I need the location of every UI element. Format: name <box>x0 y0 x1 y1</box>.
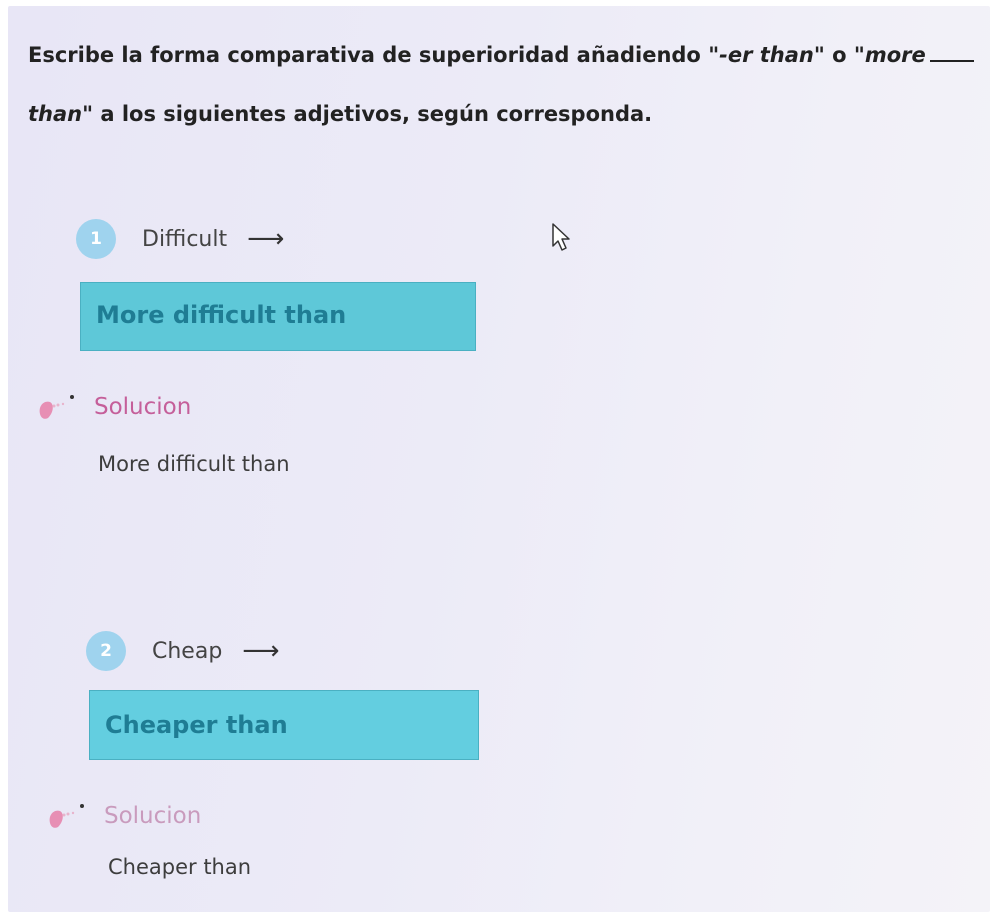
solution-text-2: Cheaper than <box>108 855 252 879</box>
solution-bulb-icon <box>49 804 84 828</box>
question-number-badge: 1 <box>76 219 116 259</box>
instruction-part-3: a los siguientes adjetivos, según corres… <box>93 102 653 126</box>
mouse-cursor-icon <box>552 223 570 251</box>
instruction-blank-line <box>929 60 974 62</box>
instruction-text: Escribe la forma comparativa de superior… <box>28 26 988 144</box>
solution-header-2[interactable]: Solucion <box>44 801 201 831</box>
answer-value-1: More difficult than <box>96 301 347 329</box>
question-number-badge: 2 <box>86 631 126 671</box>
instruction-quote-er-than: "-er than" <box>708 43 825 67</box>
answer-value-2: Cheaper than <box>105 711 288 739</box>
instruction-quote-more: "more <box>853 43 926 67</box>
right-arrow-icon: ⟶ <box>242 636 280 666</box>
right-arrow-icon: ⟶ <box>247 224 285 254</box>
exercise-screen: Escribe la forma comparativa de superior… <box>8 6 990 912</box>
solution-label: Solucion <box>94 394 192 420</box>
instruction-part-1: Escribe la forma comparativa de superior… <box>28 43 709 67</box>
solution-label: Solucion <box>104 803 202 829</box>
question-1: 1 Difficult ⟶ <box>76 219 284 259</box>
question-word: Cheap <box>152 638 223 664</box>
instruction-part-2: o <box>824 43 854 67</box>
question-2: 2 Cheap ⟶ <box>86 631 280 671</box>
question-word: Difficult <box>142 226 228 252</box>
instruction-quote-than: than" <box>28 102 94 126</box>
solution-bulb-icon <box>39 395 74 419</box>
solution-header-1[interactable]: Solucion <box>34 392 191 422</box>
solution-text-1: More difficult than <box>98 452 290 476</box>
